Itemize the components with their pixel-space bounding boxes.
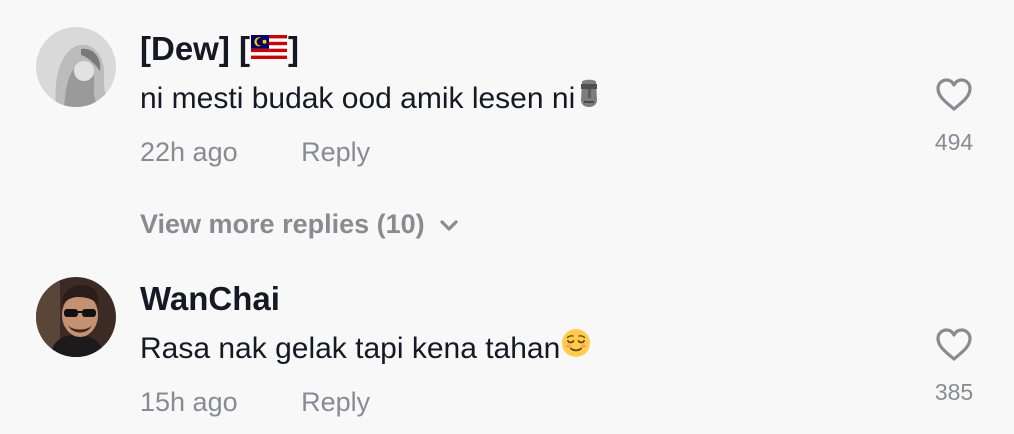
- username[interactable]: [Dew] [ ]: [140, 30, 299, 70]
- avatar-image: [36, 277, 116, 357]
- moai-emoji-icon: [576, 78, 602, 116]
- heart-icon[interactable]: [920, 328, 988, 367]
- username-suffix: ]: [288, 30, 299, 67]
- comment-text: Rasa nak gelak tapi kena tahan: [140, 328, 591, 369]
- comment-timestamp: 22h ago: [140, 137, 238, 167]
- heart-icon[interactable]: [920, 78, 988, 117]
- comment-meta: 22h ago Reply: [140, 137, 370, 168]
- view-more-replies-label: View more replies (10): [140, 209, 425, 239]
- like-section: 385: [920, 328, 988, 406]
- reply-button[interactable]: Reply: [301, 387, 370, 418]
- malaysia-flag-icon: [251, 29, 287, 67]
- avatar-image: [36, 27, 116, 107]
- comment-timestamp: 15h ago: [140, 387, 238, 417]
- username-prefix: [Dew] [: [140, 30, 250, 67]
- comment-meta: 15h ago Reply: [140, 387, 370, 418]
- username[interactable]: WanChai: [140, 280, 280, 318]
- reply-button[interactable]: Reply: [301, 137, 370, 168]
- avatar[interactable]: [36, 27, 116, 107]
- comment-text-body: ni mesti budak ood amik lesen ni: [140, 81, 576, 115]
- relieved-face-emoji-icon: [561, 328, 591, 366]
- like-count: 385: [934, 379, 974, 405]
- like-section: 494: [920, 78, 988, 156]
- like-count: 494: [934, 129, 974, 155]
- avatar[interactable]: [36, 277, 116, 357]
- view-more-replies-button[interactable]: View more replies (10): [140, 209, 459, 241]
- chevron-down-icon: [439, 208, 459, 239]
- comment-text-body: Rasa nak gelak tapi kena tahan: [140, 331, 561, 365]
- comment-text: ni mesti budak ood amik lesen ni: [140, 78, 602, 119]
